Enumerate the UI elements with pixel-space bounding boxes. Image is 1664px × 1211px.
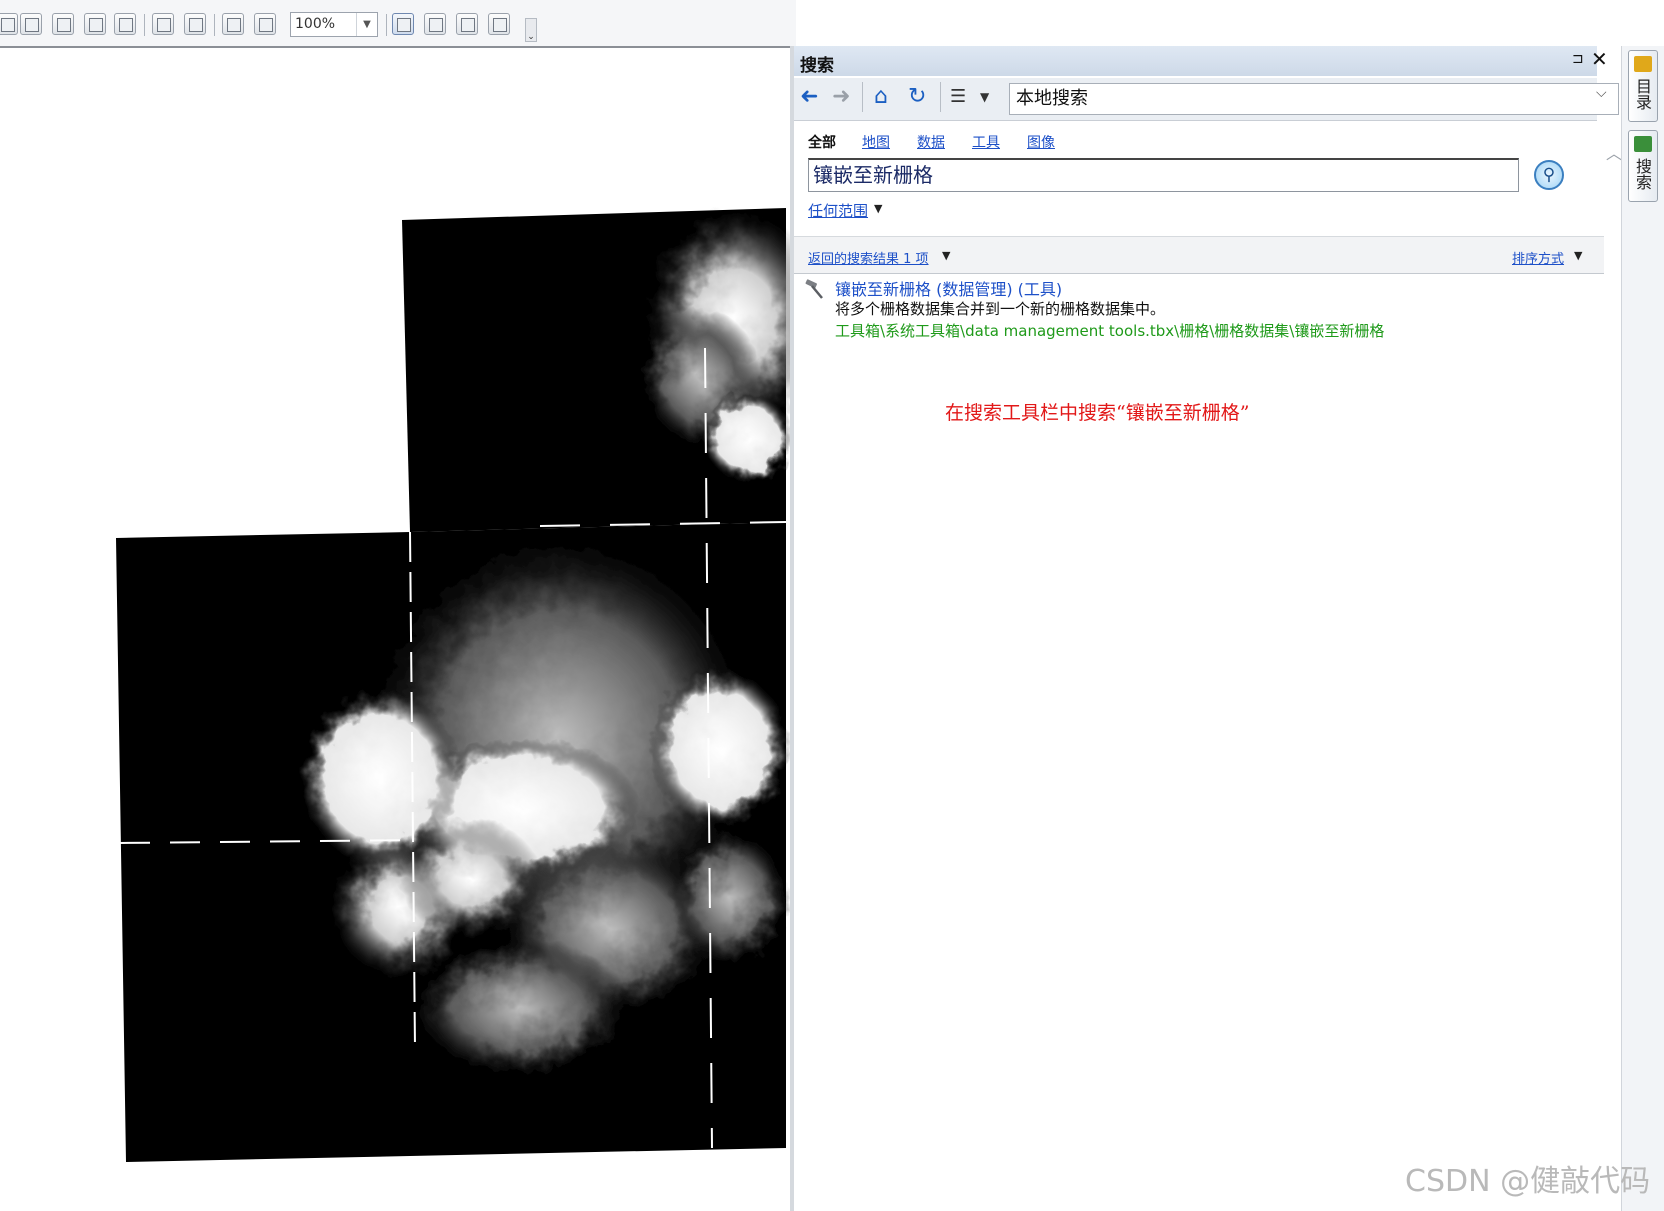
chevron-down-icon[interactable]: ⌵ xyxy=(1596,85,1607,101)
raster-mosaic xyxy=(116,208,790,1162)
change-layout-icon[interactable] xyxy=(456,13,478,35)
view-options-icon[interactable]: ☰ xyxy=(950,84,966,110)
toolbar-separator xyxy=(144,14,145,36)
nav-separator xyxy=(940,82,941,112)
refresh-icon[interactable]: ↻ xyxy=(908,84,926,110)
tab-tools[interactable]: 工具 xyxy=(972,132,1000,152)
sort-by-link[interactable]: 排序方式 xyxy=(1512,248,1564,267)
overflow-glyph: ⌄ xyxy=(527,32,535,42)
search-window-title: 搜索 xyxy=(800,56,834,76)
result-description: 将多个栅格数据集合并到一个新的栅格数据集中。 xyxy=(835,300,1166,318)
zoom-whole-page-icon[interactable] xyxy=(152,13,174,35)
search-window-icon xyxy=(1634,136,1652,152)
toolbar: 100% ▼ ⌄ xyxy=(0,0,796,48)
zoom-value: 100% xyxy=(295,16,336,32)
zoom-out-icon[interactable] xyxy=(0,13,18,35)
pan-hand-icon[interactable] xyxy=(52,13,74,35)
focus-data-frame-icon[interactable] xyxy=(424,13,446,35)
page-width-icon[interactable] xyxy=(114,13,136,35)
side-tab-label: 搜索 xyxy=(1633,158,1652,190)
pin-icon[interactable]: ⊐ xyxy=(1572,51,1584,67)
search-window-title-bar xyxy=(794,46,1597,76)
home-icon[interactable]: ⌂ xyxy=(874,84,888,110)
side-tab-catalog[interactable]: 目录 xyxy=(1628,50,1658,122)
watermark: CSDN @健敲代码 xyxy=(1405,1164,1651,1199)
forward-arrow-icon[interactable]: ➜ xyxy=(832,84,850,110)
side-tab-label: 目录 xyxy=(1633,78,1652,110)
toggle-draft-mode-icon[interactable] xyxy=(392,13,414,35)
toolbar-separator xyxy=(386,14,387,36)
side-dock xyxy=(1621,46,1664,1211)
zoom-in-fixed-icon[interactable] xyxy=(20,13,42,35)
data-driven-pages-icon[interactable] xyxy=(488,13,510,35)
nav-separator xyxy=(862,82,863,112)
tab-all[interactable]: 全部 xyxy=(808,132,836,152)
chevron-down-icon[interactable]: ▼ xyxy=(874,202,882,215)
toolbar-separator xyxy=(214,14,215,36)
result-title-link[interactable]: 镶嵌至新栅格 (数据管理) (工具) xyxy=(835,276,1062,300)
chevron-down-icon[interactable]: ▼ xyxy=(942,249,950,262)
annotation-text: 在搜索工具栏中搜索“镶嵌至新栅格” xyxy=(945,402,1250,424)
previous-extent-icon[interactable] xyxy=(222,13,244,35)
result-path: 工具箱\系统工具箱\data management tools.tbx\栅格\栅… xyxy=(835,322,1385,340)
results-count-link[interactable]: 返回的搜索结果 1 项 xyxy=(808,248,929,267)
back-arrow-icon[interactable]: ➜ xyxy=(800,84,818,110)
search-scope-value: 本地搜索 xyxy=(1016,88,1088,109)
next-extent-icon[interactable] xyxy=(254,13,276,35)
magnifier-icon: ⚲ xyxy=(1542,165,1556,185)
chevron-down-icon[interactable]: ▼ xyxy=(980,84,989,110)
scroll-up-icon[interactable]: ︿ xyxy=(1606,140,1622,164)
search-window xyxy=(794,46,1597,1211)
chevron-down-icon[interactable]: ▼ xyxy=(356,13,377,36)
zoom-100-icon[interactable] xyxy=(184,13,206,35)
tab-maps[interactable]: 地图 xyxy=(862,132,890,152)
toolbar-overflow-button[interactable]: ⌄ xyxy=(525,18,537,42)
tab-data[interactable]: 数据 xyxy=(917,132,945,152)
extent-link[interactable]: 任何范围 xyxy=(808,200,868,221)
map-view[interactable] xyxy=(0,48,790,1211)
search-button[interactable]: ⚲ xyxy=(1534,160,1564,190)
search-input-value: 镶嵌至新栅格 xyxy=(813,163,933,187)
hammer-icon xyxy=(805,279,823,299)
search-scope-select[interactable]: 本地搜索 xyxy=(1009,83,1619,115)
tab-images[interactable]: 图像 xyxy=(1027,132,1055,152)
chevron-down-icon[interactable]: ▼ xyxy=(1574,249,1582,262)
search-input[interactable]: 镶嵌至新栅格 xyxy=(808,158,1519,192)
side-tab-search[interactable]: 搜索 xyxy=(1628,130,1658,202)
full-extent-icon[interactable] xyxy=(84,13,106,35)
close-icon[interactable]: ✕ xyxy=(1591,47,1608,71)
catalog-icon xyxy=(1634,56,1652,72)
